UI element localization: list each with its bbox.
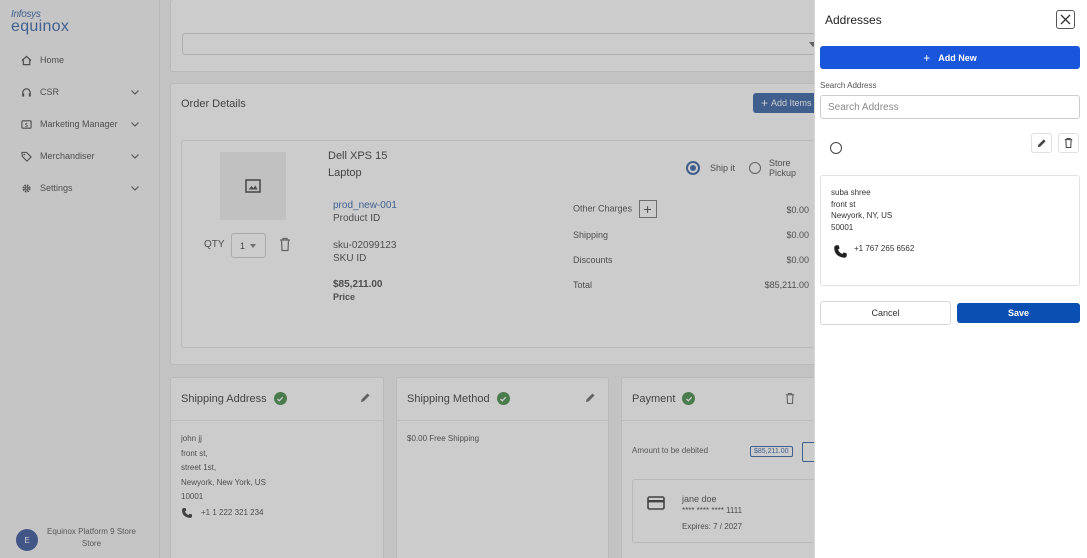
add-new-address-button[interactable]: + Add New bbox=[820, 46, 1080, 69]
plus-icon: + bbox=[923, 50, 931, 65]
cancel-button[interactable]: Cancel bbox=[820, 301, 951, 325]
modal-backdrop[interactable] bbox=[0, 0, 814, 558]
address-line: Newyork, NY, US bbox=[831, 211, 893, 220]
trash-icon bbox=[1064, 137, 1073, 149]
search-address-input[interactable] bbox=[820, 95, 1080, 119]
address-line: suba shree bbox=[831, 188, 871, 197]
drawer-title: Addresses bbox=[825, 13, 882, 27]
edit-icon bbox=[1037, 138, 1046, 147]
close-button[interactable] bbox=[1056, 10, 1075, 29]
delete-address-button[interactable] bbox=[1058, 133, 1079, 153]
edit-address-button[interactable] bbox=[1031, 133, 1052, 153]
address-select-radio[interactable] bbox=[830, 142, 842, 154]
address-lines: suba shree front st Newyork, NY, US 5000… bbox=[831, 187, 892, 233]
phone-number: +1 767 265 6562 bbox=[854, 244, 915, 253]
address-line: 50001 bbox=[831, 222, 854, 232]
search-address-label: Search Address bbox=[820, 81, 877, 90]
address-line: front st bbox=[831, 199, 856, 209]
close-icon bbox=[1060, 14, 1071, 25]
add-new-label: Add New bbox=[938, 52, 977, 63]
address-card[interactable]: suba shree front st Newyork, NY, US 5000… bbox=[820, 175, 1080, 286]
addresses-drawer: Addresses + Add New Search Address suba … bbox=[814, 0, 1087, 558]
phone-row: +1 767 265 6562 bbox=[833, 244, 914, 259]
phone-icon bbox=[834, 245, 847, 258]
save-button[interactable]: Save bbox=[957, 303, 1080, 323]
